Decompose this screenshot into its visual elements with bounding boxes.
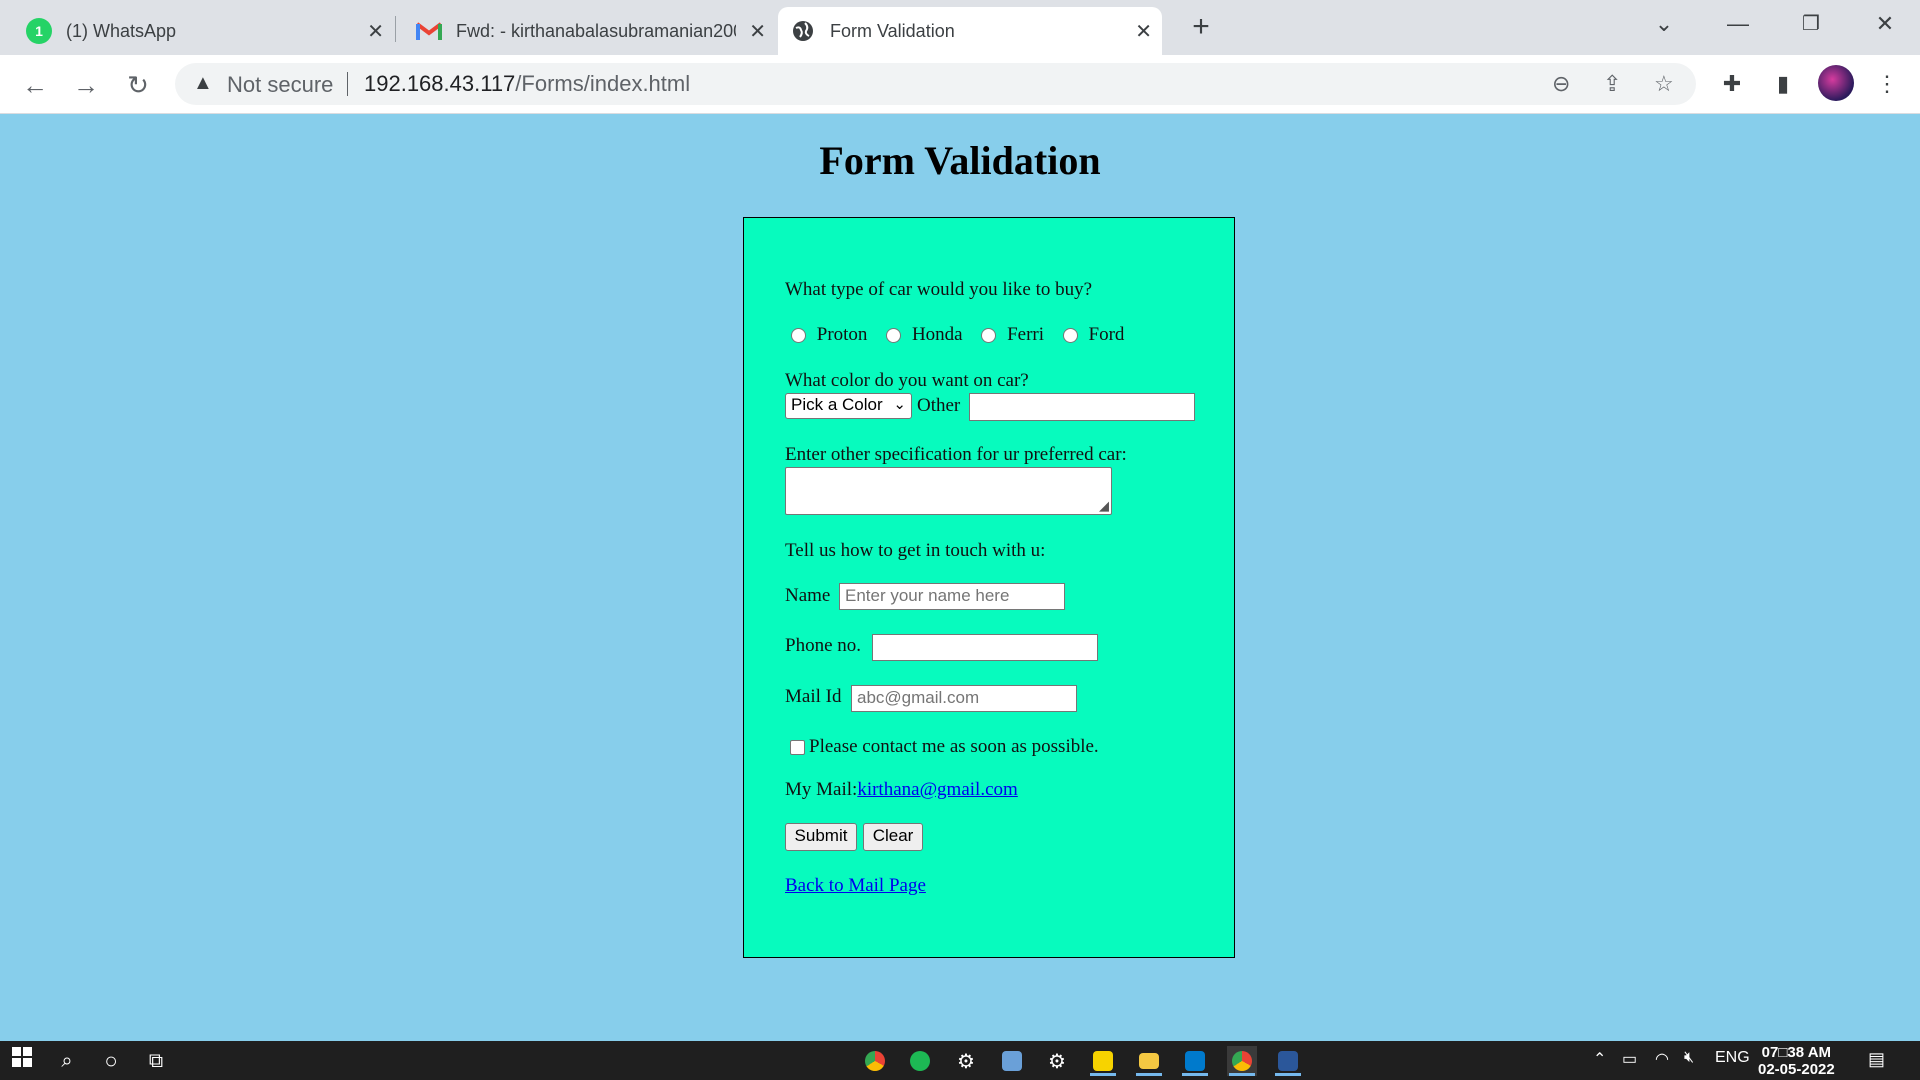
clock-time: 07□38 AM [1761,1044,1832,1061]
tab-form-validation[interactable]: Form Validation ✕ [778,7,1162,55]
my-mail-link[interactable]: kirthana@gmail.com [857,779,1017,800]
clear-button[interactable]: Clear [863,823,923,851]
address-bar[interactable]: ▲ Not secure 192.168.43.117/Forms/index.… [175,63,1696,105]
extensions-icon[interactable]: ✚ [1716,68,1748,100]
gmail-icon [416,21,442,41]
menu-kebab-icon[interactable]: ⋮ [1871,68,1903,100]
tab-strip: 1 (1) WhatsApp ✕ Fwd: - kirthanabalasubr… [0,0,1920,55]
show-hidden-icons-chevron-icon[interactable]: ⌃ [1593,1049,1606,1069]
radio-label-proton: Proton [816,324,868,345]
car-form: What type of car would you like to buy? … [743,217,1235,958]
page-title: Form Validation [819,138,1101,183]
name-placeholder: Enter your name here [845,586,1010,605]
chrome-active-app-icon[interactable] [1227,1046,1257,1076]
spec-textarea[interactable]: ◢ [785,467,1112,515]
wifi-icon[interactable]: ◠ [1655,1049,1669,1069]
url-host: 192.168.43.117 [364,71,516,96]
sticky-notes-app-icon[interactable] [1088,1046,1118,1076]
tab-divider [395,16,396,42]
profile-avatar[interactable] [1818,65,1854,101]
radio-honda[interactable] [886,328,902,344]
speaker-muted-icon[interactable]: 🔇︎ [1684,1049,1694,1067]
contact-intro: Tell us how to get in touch with u: [785,540,1046,561]
close-tab-icon[interactable]: ✕ [367,19,384,44]
color-select[interactable]: Pick a Color ⌄ [785,393,912,419]
contact-checkbox-row: Please contact me as soon as possible. [790,736,1099,758]
search-icon[interactable]: ⌕ [52,1046,82,1076]
radio-ford[interactable] [1062,328,1078,344]
settings-gear-icon[interactable]: ⚙ [951,1046,981,1076]
side-panel-icon[interactable]: ▮ [1767,68,1799,100]
tab-title: Form Validation [830,20,955,41]
notifications-icon[interactable]: ▤ [1868,1049,1885,1070]
omnibox-divider [347,72,348,96]
vscode-app-icon[interactable] [1180,1046,1210,1076]
warning-icon: ▲ [193,72,213,94]
mail-input[interactable]: abc@gmail.com [851,685,1077,712]
tab-title: Fwd: - kirthanabalasubramanian200 [456,20,736,41]
other-label: Other [917,395,961,416]
spec-label: Enter other specification for ur preferr… [785,444,1127,465]
forward-arrow-icon[interactable]: → [68,67,104,103]
submit-button[interactable]: Submit [785,823,857,851]
url-text[interactable]: 192.168.43.117/Forms/index.html [364,71,690,97]
my-mail-row: My Mail:kirthana@gmail.com [785,779,1018,801]
contact-checkbox-label: Please contact me as soon as possible. [809,736,1099,757]
battery-icon[interactable]: ▭ [1622,1049,1637,1069]
car-question: What type of car would you like to buy? [785,279,1093,300]
restore-button[interactable]: ❐ [1788,6,1834,42]
radio-label-ferri: Ferri [1007,324,1045,345]
back-to-mail-link[interactable]: Back to Mail Page [785,875,926,897]
windows-taskbar: ⌕ ○ ⧉ ⚙ ⚙ ⌃ ▭ ◠ 🔇︎ ENG 07□38 AM 02-05-20… [0,1041,1920,1080]
security-label: Not secure [227,72,334,97]
notepad-app-icon[interactable] [997,1046,1027,1076]
radio-label-ford: Ford [1088,324,1125,345]
close-tab-icon[interactable]: ✕ [749,19,766,44]
my-mail-label: My Mail: [785,779,858,800]
language-indicator[interactable]: ENG [1715,1049,1750,1067]
radio-ferri[interactable] [981,328,997,344]
mail-placeholder: abc@gmail.com [857,688,980,707]
clock[interactable]: 07□38 AM 02-05-2022 [1758,1044,1835,1078]
phone-input[interactable] [872,634,1098,661]
contact-checkbox[interactable] [790,740,805,756]
name-input[interactable]: Enter your name here [839,583,1065,610]
zoom-icon[interactable]: ⊖ [1552,71,1570,97]
tab-whatsapp[interactable]: 1 (1) WhatsApp ✕ [14,7,394,55]
name-label: Name [785,585,831,606]
color-select-value: Pick a Color [791,395,883,414]
close-tab-icon[interactable]: ✕ [1135,19,1152,44]
chevron-down-icon: ⌄ [893,396,906,413]
tab-title: (1) WhatsApp [66,20,177,41]
mail-label: Mail Id [785,686,842,707]
resize-handle-icon[interactable]: ◢ [1099,494,1109,518]
clock-date: 02-05-2022 [1758,1061,1835,1078]
back-arrow-icon[interactable]: ← [17,67,53,103]
new-tab-button[interactable]: + [1183,10,1219,46]
share-icon[interactable]: ⇪ [1603,71,1621,97]
close-window-button[interactable]: ✕ [1862,6,1908,42]
word-app-icon[interactable] [1273,1046,1303,1076]
file-explorer-app-icon[interactable] [1134,1046,1164,1076]
tab-gmail[interactable]: Fwd: - kirthanabalasubramanian200 ✕ [404,7,776,55]
car-options: Proton Honda Ferri Ford [791,324,1124,346]
windows-start-icon[interactable] [7,1046,37,1076]
globe-icon [790,18,816,44]
task-view-icon[interactable]: ⧉ [141,1046,171,1076]
chrome-app-icon[interactable] [860,1046,890,1076]
control-panel-gear-icon[interactable]: ⚙ [1042,1046,1072,1076]
spotify-app-icon[interactable] [905,1046,935,1076]
cortana-icon[interactable]: ○ [96,1046,126,1076]
color-question: What color do you want on car? [785,370,1029,391]
whatsapp-icon: 1 [26,18,52,44]
bookmark-star-icon[interactable]: ☆ [1654,71,1674,97]
tab-search-chevron-icon[interactable]: ⌄ [1641,6,1687,42]
radio-label-honda: Honda [911,324,963,345]
url-path: /Forms/index.html [515,71,691,96]
minimize-button[interactable]: — [1715,6,1761,42]
other-color-input[interactable] [969,393,1195,421]
reload-icon[interactable]: ↻ [120,67,156,103]
radio-proton[interactable] [791,328,806,344]
phone-label: Phone no. [785,635,861,656]
